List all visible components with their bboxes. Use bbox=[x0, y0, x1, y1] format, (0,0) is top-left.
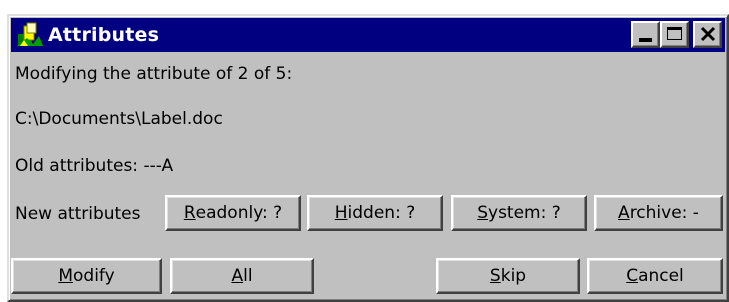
modify-label: odify bbox=[73, 266, 115, 286]
cancel-label: ancel bbox=[638, 266, 684, 286]
readonly-label: eadonly: ? bbox=[195, 203, 283, 223]
minimize-icon bbox=[639, 38, 652, 42]
archive-button[interactable]: Archive: - bbox=[594, 195, 723, 231]
readonly-button[interactable]: Readonly: ? bbox=[165, 195, 301, 231]
cancel-mnemonic: C bbox=[626, 266, 639, 286]
new-attributes-label: New attributes bbox=[15, 204, 141, 224]
minimize-button[interactable] bbox=[631, 21, 660, 48]
folder-app-icon bbox=[15, 20, 45, 50]
close-icon bbox=[700, 26, 716, 42]
maximize-button[interactable] bbox=[660, 21, 689, 48]
hidden-button[interactable]: Hidden: ? bbox=[307, 195, 443, 231]
attributes-dialog: Attributes Modifying the attribute of 2 … bbox=[7, 14, 729, 302]
status-line: Modifying the attribute of 2 of 5: bbox=[15, 64, 293, 84]
modify-mnemonic: M bbox=[58, 266, 73, 286]
close-button[interactable] bbox=[693, 21, 722, 48]
skip-label: kip bbox=[500, 266, 527, 286]
all-label: ll bbox=[243, 266, 253, 286]
hidden-mnemonic: H bbox=[334, 203, 348, 223]
archive-label: rchive: - bbox=[629, 203, 699, 223]
hidden-label: idden: ? bbox=[347, 203, 416, 223]
readonly-mnemonic: R bbox=[183, 203, 196, 223]
system-button[interactable]: System: ? bbox=[451, 195, 587, 231]
old-attributes: Old attributes: ---A bbox=[15, 156, 174, 176]
title-bar[interactable]: Attributes bbox=[11, 18, 725, 52]
window-controls bbox=[631, 21, 722, 48]
file-path: C:\Documents\Label.doc bbox=[15, 109, 223, 129]
archive-mnemonic: A bbox=[618, 203, 630, 223]
maximize-icon bbox=[667, 27, 682, 40]
cancel-button[interactable]: Cancel bbox=[587, 258, 723, 294]
modify-button[interactable]: Modify bbox=[11, 258, 162, 294]
system-label: ystem: ? bbox=[488, 203, 561, 223]
all-mnemonic: A bbox=[231, 266, 244, 286]
skip-mnemonic: S bbox=[489, 266, 501, 286]
all-button[interactable]: All bbox=[170, 258, 314, 294]
skip-button[interactable]: Skip bbox=[436, 258, 580, 294]
window-title: Attributes bbox=[48, 24, 160, 46]
system-mnemonic: S bbox=[477, 203, 489, 223]
